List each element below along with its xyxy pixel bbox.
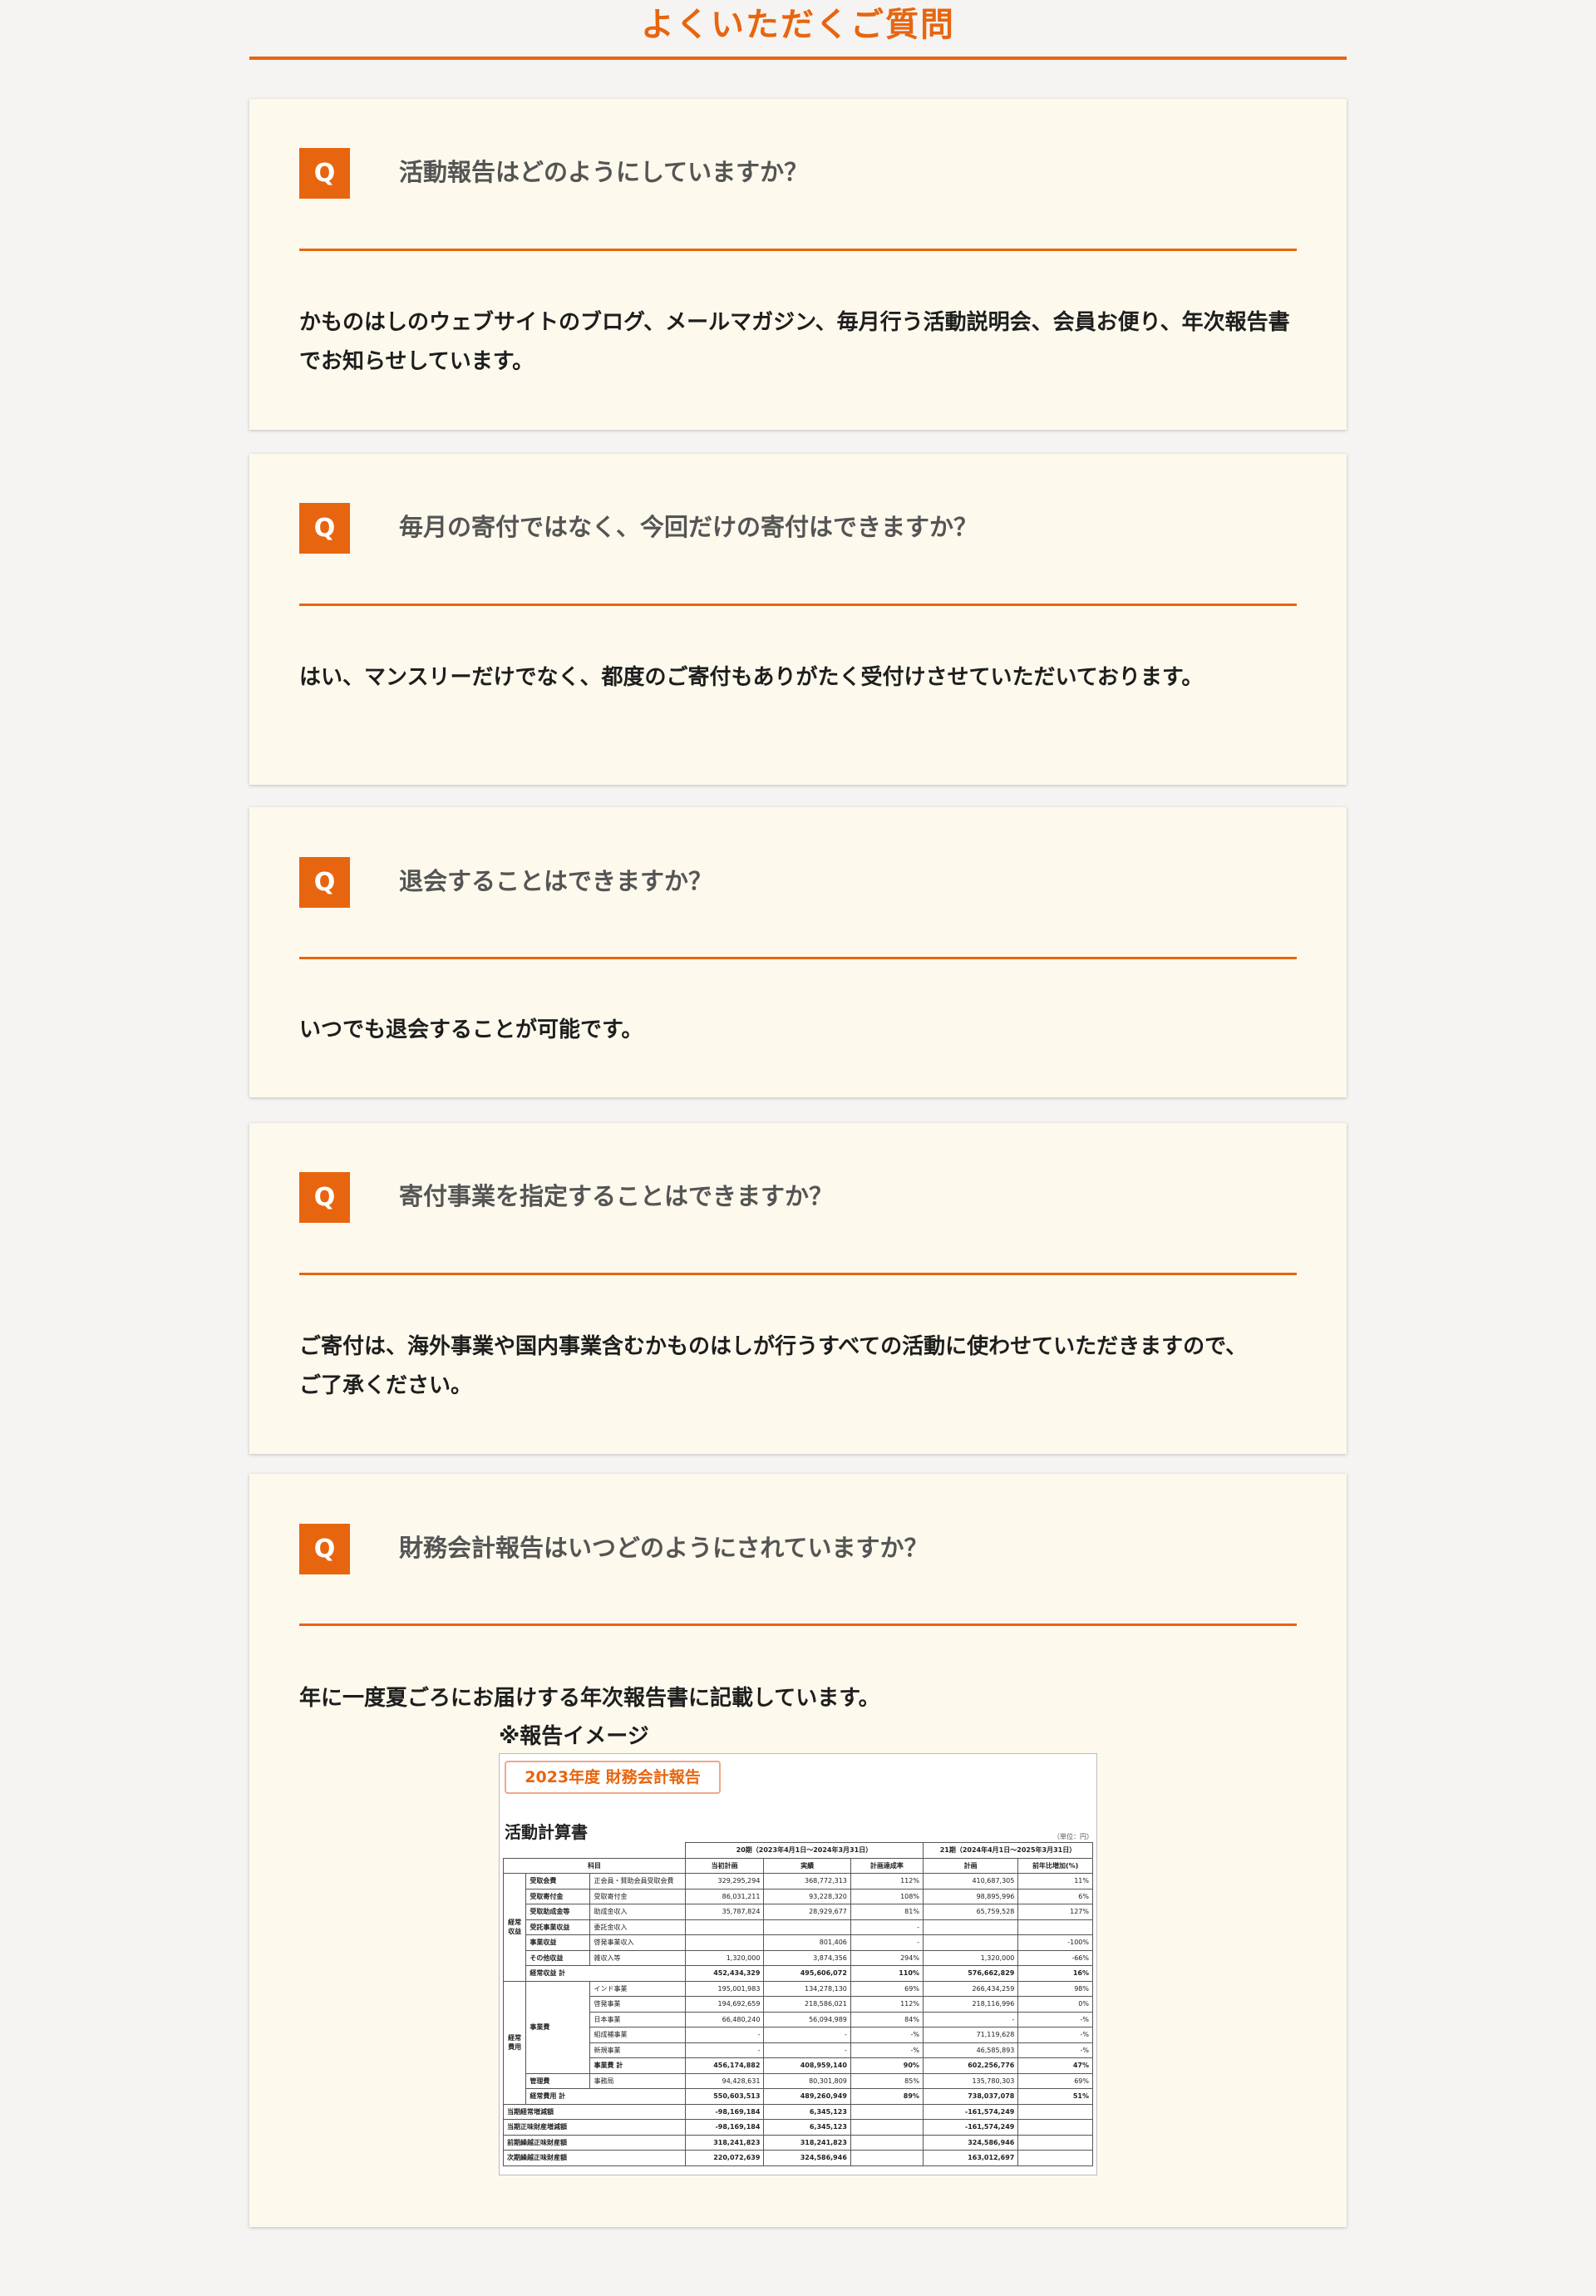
report-unit: （単位：円） (1053, 1833, 1093, 1840)
group-expense-label: 経常費用 (502, 1980, 527, 2105)
faq-card: Q 財務会計報告はいつどのようにされていますか？ 年に一度夏ごろにお届けする年次… (249, 1474, 1347, 2227)
table-row: 経常費用 計 550,603,513 489,260,949 89% 738,0… (504, 2088, 1093, 2105)
faq-divider (299, 249, 1297, 251)
faq-answer: いつでも退会することが可能です。 (299, 1017, 643, 1042)
q-badge-icon: Q (299, 503, 350, 554)
faq-divider (299, 1623, 1297, 1626)
table-row: 事業収益 啓発事業収入 801,406 - -100% (504, 1934, 1093, 1951)
q-badge-icon: Q (299, 857, 350, 908)
period-20-header: 20期（2023年4月1日〜2024年3月31日） (684, 1842, 924, 1859)
table-row: 経常収益 受取会費 正会員・賛助会員受取会費 329,295,294 368,7… (502, 1873, 1093, 1982)
table-row: その他収益 雑収入等 1,320,000 3,874,356 294% 1,32… (504, 1949, 1093, 1966)
q-badge-icon: Q (299, 1524, 350, 1574)
faq-answer: かものはしのウェブサイトのブログ、メールマガジン、毎月行う活動説明会、会員お便り… (299, 310, 1290, 374)
faq-answer: 年に一度夏ごろにお届けする年次報告書に記載しています。 (299, 1686, 880, 1711)
faq-question: 寄付事業を指定することはできますか？ (399, 1182, 834, 1210)
table-row: 啓発事業 194,692,659 218,586,021 112% 218,11… (504, 1996, 1093, 2013)
faq-divider (299, 1273, 1297, 1275)
table-row: 経常費用 事業費 インド事業 195,001,983 134,278,130 6… (502, 1980, 1093, 2105)
table-row: 新規事業 - - -% 46,585,893 -% (504, 2042, 1093, 2058)
faq-question: 活動報告はどのようにしていますか？ (399, 158, 809, 186)
report-image-note: ※報告イメージ (499, 1724, 649, 1749)
table-row: 管理費 事務局 94,428,631 80,301,809 85% 135,78… (504, 2072, 1093, 2089)
faq-question: 毎月の寄付ではなく、今回だけの寄付はできますか？ (399, 513, 978, 541)
faq-divider (299, 604, 1297, 606)
table-row: 経常収益 計 452,434,329 495,606,072 110% 576,… (504, 1965, 1093, 1982)
faq-question: 財務会計報告はいつどのようにされていますか？ (399, 1534, 929, 1562)
table-row: 受取寄付金 受取寄付金 86,031,211 93,228,320 108% 9… (504, 1888, 1093, 1904)
faq-answer: はい、マンスリーだけでなく、都度のご寄付もありがたく受付けさせていただいておりま… (299, 665, 1204, 690)
faq-card: Q 退会することはできますか？ いつでも退会することが可能です。 (249, 807, 1347, 1097)
faq-card: Q 活動報告はどのようにしていますか？ かものはしのウェブサイトのブログ、メール… (249, 99, 1347, 430)
table-row: 日本事業 66,480,240 56,094,989 84% - -% (504, 2011, 1093, 2027)
table-row: 受託事業収益 委託金収入 - (504, 1919, 1093, 1935)
table-row: 前期繰越正味財産額 318,241,823 318,241,823 324,58… (503, 2134, 1093, 2151)
faq-question: 退会することはできますか？ (399, 867, 713, 895)
financial-report-image: 2023年度 財務会計報告 活動計算書 （単位：円） 20期（2023年4月1日… (499, 1753, 1097, 2175)
table-row: 当期経常増減額 -98,169,184 6,345,123 -161,574,2… (503, 2103, 1093, 2120)
project-label: 事業費 (525, 1980, 591, 2074)
financial-table: 20期（2023年4月1日〜2024年3月31日） 21期（2024年4月1日〜… (502, 1842, 1094, 2166)
faq-card: Q 寄付事業を指定することはできますか？ ご寄付は、海外事業や国内事業含むかもの… (249, 1123, 1347, 1454)
q-badge-icon: Q (299, 148, 350, 199)
period-21-header: 21期（2024年4月1日〜2025年3月31日） (922, 1842, 1094, 1859)
group-income-label: 経常収益 (502, 1873, 527, 1982)
table-row: 当期正味財産増減額 -98,169,184 6,345,123 -161,574… (503, 2119, 1093, 2136)
report-heading: 活動計算書 (505, 1822, 588, 1842)
report-badge: 2023年度 財務会計報告 (505, 1761, 721, 1794)
q-badge-icon: Q (299, 1172, 350, 1223)
table-row: 20期（2023年4月1日〜2024年3月31日） 21期（2024年4月1日〜… (503, 1842, 1094, 1859)
table-row: 組成補事業 - - -% 71,119,628 -% (504, 2027, 1093, 2043)
table-row: 受取助成金等 助成金収入 35,787,824 28,929,677 81% 6… (504, 1904, 1093, 1920)
faq-divider (299, 957, 1297, 959)
faq-answer: ご寄付は、海外事業や国内事業含むかものはしが行うすべての活動に使わせていただきま… (299, 1334, 1248, 1398)
faq-card: Q 毎月の寄付ではなく、今回だけの寄付はできますか？ はい、マンスリーだけでなく… (249, 454, 1347, 785)
table-row: 次期繰越正味財産額 220,072,639 324,586,946 163,01… (503, 2150, 1093, 2166)
table-row: 科目 当初計画 実績 計画達成率 計画 前年比増加(%) (503, 1857, 1093, 1874)
page-title: よくいただくご質問 (641, 6, 955, 44)
title-divider (249, 57, 1347, 60)
table-row: 事業費 計 456,174,882 408,959,140 90% 602,25… (504, 2057, 1093, 2074)
